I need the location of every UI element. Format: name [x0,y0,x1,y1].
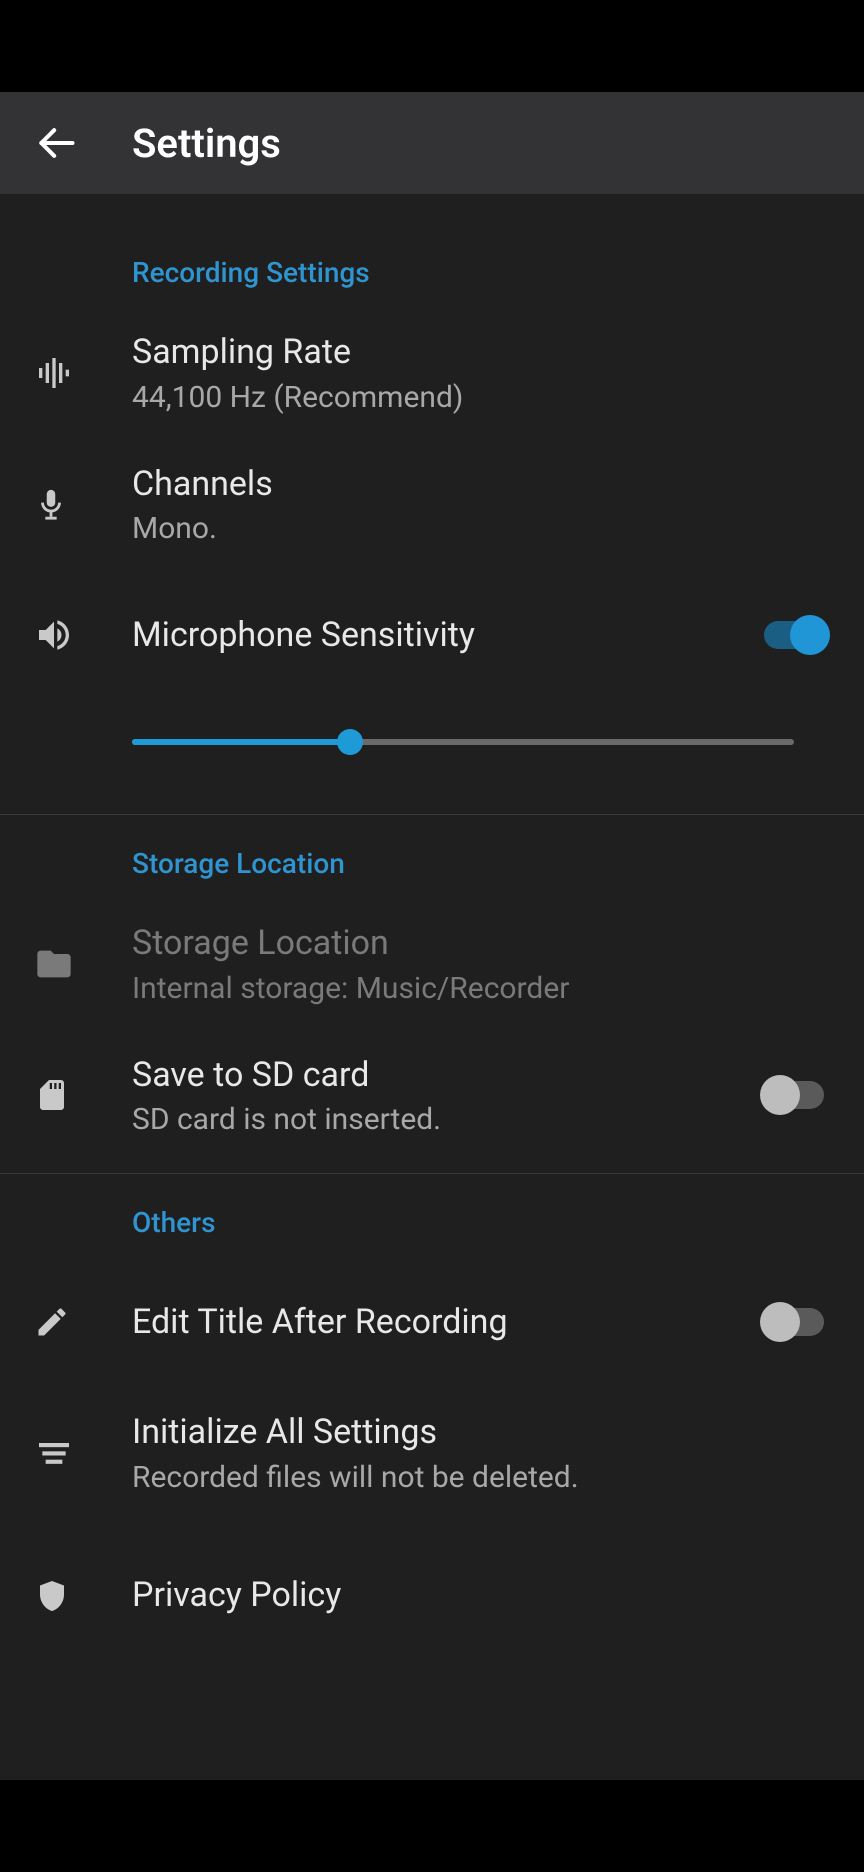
sampling-rate-value: 44,100 Hz (Recommend) [132,380,824,415]
storage-location-value: Internal storage: Music/Recorder [132,971,824,1006]
settings-screen: Settings Recording Settings Sampling Rat… [0,92,864,1780]
page-title: Settings [132,120,281,167]
mic-sensitivity-title: Microphone Sensitivity [132,614,734,657]
privacy-policy-title: Privacy Policy [132,1574,824,1617]
row-save-to-sd[interactable]: Save to SD card SD card is not inserted. [0,1030,864,1162]
mic-sensitivity-toggle[interactable] [764,621,824,649]
edit-title-title: Edit Title After Recording [132,1301,734,1344]
sampling-rate-title: Sampling Rate [132,331,824,374]
row-storage-location: Storage Location Internal storage: Music… [0,898,864,1030]
initialize-title: Initialize All Settings [132,1411,824,1454]
row-channels[interactable]: Channels Mono. [0,439,864,571]
channels-title: Channels [132,463,824,506]
section-recording: Recording Settings [0,238,864,307]
sd-card-subtitle: SD card is not inserted. [132,1102,734,1137]
waveform-icon [34,353,74,393]
back-button[interactable] [28,115,84,171]
settings-content: Recording Settings Sampling Rate 44,100 … [0,194,864,1649]
pencil-icon [34,1304,70,1340]
folder-icon [34,944,74,984]
sd-card-toggle[interactable] [764,1081,824,1109]
row-initialize-all[interactable]: Initialize All Settings Recorded files w… [0,1387,864,1519]
edit-title-toggle[interactable] [764,1308,824,1336]
section-storage: Storage Location [0,815,864,898]
shield-info-icon [34,1578,70,1614]
app-bar: Settings [0,92,864,194]
row-privacy-policy[interactable]: Privacy Policy [0,1519,864,1649]
arrow-back-icon [34,121,78,165]
storage-location-title: Storage Location [132,922,824,965]
initialize-subtitle: Recorded files will not be deleted. [132,1460,824,1495]
mic-icon [34,487,68,521]
channels-value: Mono. [132,511,824,546]
mic-sensitivity-slider-row [0,700,864,802]
sd-card-title: Save to SD card [132,1054,734,1097]
lines-icon [34,1433,74,1473]
volume-icon [34,615,74,655]
row-sampling-rate[interactable]: Sampling Rate 44,100 Hz (Recommend) [0,307,864,439]
row-edit-title[interactable]: Edit Title After Recording [0,1257,864,1387]
section-others: Others [0,1174,864,1257]
row-mic-sensitivity[interactable]: Microphone Sensitivity [0,570,864,700]
sd-card-icon [34,1077,70,1113]
mic-sensitivity-slider[interactable] [132,730,794,754]
